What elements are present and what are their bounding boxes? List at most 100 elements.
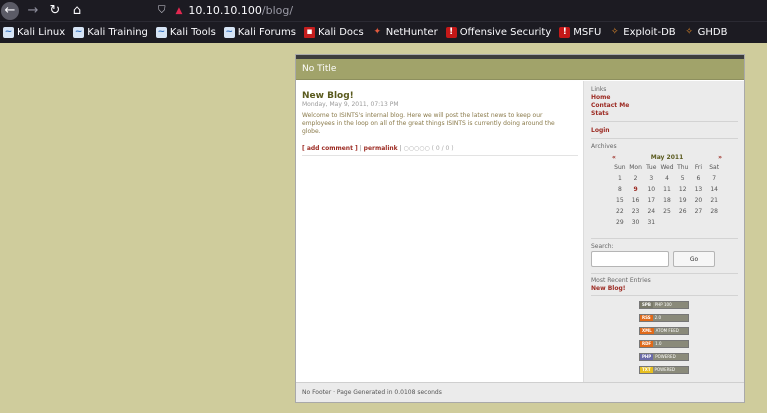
calendar-date: 20 bbox=[694, 197, 703, 204]
calendar-date: 23 bbox=[631, 208, 640, 215]
calendar-date: 1 bbox=[617, 175, 622, 182]
sidebar-divider bbox=[591, 273, 738, 274]
rating-stars[interactable]: ○○○○○ bbox=[404, 145, 430, 152]
bookmark-kali-docs[interactable]: ▪ Kali Docs bbox=[303, 27, 364, 38]
nethunter-icon: ✦ bbox=[373, 27, 382, 37]
badge-left-label: SPB bbox=[640, 302, 653, 308]
bookmark-kali-tools[interactable]: ~ Kali Tools bbox=[155, 27, 216, 38]
badge-right-label: 1.0 bbox=[653, 341, 688, 347]
add-comment-link[interactable]: [ add comment ] bbox=[302, 145, 358, 152]
badge-right-label: PHP 100 bbox=[652, 302, 688, 308]
bookmark-label: Kali Linux bbox=[17, 27, 66, 38]
sidebar-divider bbox=[591, 238, 738, 239]
arrow-right-icon: → bbox=[27, 3, 39, 18]
permalink-link[interactable]: permalink bbox=[364, 145, 398, 152]
footer-text: No Footer · Page Generated in 0.0108 sec… bbox=[302, 389, 442, 396]
bookmark-label: Kali Docs bbox=[317, 27, 364, 38]
badge-left-label: RDF bbox=[640, 341, 654, 347]
bookmark-msfu[interactable]: ! MSFU bbox=[559, 27, 601, 38]
calendar-day-of-week: Fri bbox=[694, 164, 702, 171]
calendar-day-of-week: Tue bbox=[646, 164, 657, 171]
post-actions: [ add comment ] | permalink | ○○○○○ ( 0 … bbox=[302, 145, 454, 152]
insecure-lock-icon[interactable]: ▲ bbox=[176, 6, 183, 16]
powered-by-badge[interactable]: RDF 1.0 bbox=[639, 340, 689, 348]
calendar-date: 8 bbox=[617, 186, 622, 193]
reload-button[interactable]: ↻ bbox=[45, 1, 65, 21]
powered-by-badge[interactable]: TXT POWERED bbox=[639, 366, 689, 374]
badge-left-label: RSS bbox=[640, 315, 653, 321]
blog-title: No Title bbox=[302, 64, 337, 74]
kali-dragon-icon: ~ bbox=[223, 27, 235, 38]
bookmark-nethunter[interactable]: ✦ NetHunter bbox=[372, 27, 437, 38]
bookmark-kali-forums[interactable]: ~ Kali Forums bbox=[223, 27, 296, 38]
calendar-date: 13 bbox=[694, 186, 703, 193]
calendar-date: 28 bbox=[710, 208, 718, 215]
link-login[interactable]: Login bbox=[591, 127, 610, 134]
link-home[interactable]: Home bbox=[591, 94, 610, 101]
bookmark-label: GHDB bbox=[697, 27, 728, 38]
blog-page: No Title New Blog! Monday, May 9, 2011, … bbox=[295, 54, 745, 403]
bookmark-label: Kali Training bbox=[87, 27, 148, 38]
calendar-next-link[interactable]: » bbox=[718, 154, 722, 163]
badge-right-label: ATOM FEED bbox=[653, 328, 688, 334]
links-heading: Links bbox=[591, 86, 607, 93]
arrow-left-icon: ← bbox=[4, 3, 16, 18]
calendar-day-of-week: Wed bbox=[660, 164, 674, 171]
bookmark-label: MSFU bbox=[573, 27, 602, 38]
calendar-date: 21 bbox=[710, 197, 718, 204]
bookmark-kali-training[interactable]: ~ Kali Training bbox=[73, 27, 148, 38]
badge-left-label: XML bbox=[640, 328, 654, 334]
url-bar[interactable]: ⛉ ▲ 10.10.10.100/blog/ bbox=[152, 0, 767, 21]
bookmark-ghdb[interactable]: ✧ GHDB bbox=[684, 27, 728, 38]
calendar-date: 19 bbox=[678, 197, 687, 204]
post-divider bbox=[302, 155, 578, 156]
calendar-date: 14 bbox=[710, 186, 718, 193]
bookmark-exploit-db[interactable]: ✧ Exploit-DB bbox=[609, 27, 676, 38]
calendar-date: 18 bbox=[663, 197, 671, 204]
badge-right-label: 2.0 bbox=[652, 315, 688, 321]
calendar-date: 16 bbox=[631, 197, 640, 204]
post-title[interactable]: New Blog! bbox=[302, 91, 354, 101]
search-go-button[interactable]: Go bbox=[673, 251, 715, 267]
bookmark-label: Exploit-DB bbox=[623, 27, 676, 38]
calendar-prev-link[interactable]: « bbox=[612, 154, 616, 163]
recent-entries-heading: Most Recent Entries bbox=[591, 277, 651, 284]
sidebar-divider bbox=[591, 295, 738, 296]
exploitdb-icon: ✧ bbox=[611, 27, 619, 37]
calendar-date-link[interactable]: 9 bbox=[628, 186, 644, 194]
recent-entry-link[interactable]: New Blog! bbox=[591, 285, 626, 292]
calendar-date: 17 bbox=[647, 197, 656, 204]
calendar-day-of-week: Sun bbox=[614, 164, 626, 171]
powered-by-badge[interactable]: PHP POWERED bbox=[639, 353, 689, 361]
back-button[interactable]: ← bbox=[1, 1, 19, 20]
url-path: /blog/ bbox=[261, 4, 294, 17]
browser-toolbar: ← → ↻ ⌂ ⛉ ▲ 10.10.10.100/blog/ bbox=[0, 0, 767, 21]
post-date: Monday, May 9, 2011, 07:13 PM bbox=[302, 101, 399, 108]
bookmark-kali-linux[interactable]: ~ Kali Linux bbox=[3, 27, 65, 38]
search-label: Search: bbox=[591, 243, 614, 250]
powered-by-badge[interactable]: SPB PHP 100 bbox=[639, 301, 689, 309]
badge-left-label: PHP bbox=[640, 354, 654, 360]
powered-by-badge[interactable]: RSS 2.0 bbox=[639, 314, 689, 322]
link-stats[interactable]: Stats bbox=[591, 110, 609, 117]
calendar-date: 10 bbox=[647, 186, 656, 193]
url-text[interactable]: 10.10.10.100/blog/ bbox=[188, 4, 293, 17]
forward-button[interactable]: → bbox=[23, 1, 43, 21]
badge-list: SPB PHP 100 RSS 2.0 XML ATOM FEED RDF 1.0 PHP POW… bbox=[639, 301, 691, 379]
calendar-day-of-week: Thu bbox=[677, 164, 689, 171]
calendar-header: « May 2011 » bbox=[612, 154, 722, 163]
powered-by-badge[interactable]: XML ATOM FEED bbox=[639, 327, 689, 335]
calendar-date: 2 bbox=[633, 175, 638, 182]
calendar-date: 26 bbox=[678, 208, 687, 215]
kali-dragon-icon: ~ bbox=[73, 27, 85, 38]
sidebar: Links Home Contact Me Stats Login Archiv… bbox=[583, 81, 744, 382]
shield-icon[interactable]: ⛉ bbox=[158, 5, 166, 16]
bookmark-offensive-security[interactable]: ! Offensive Security bbox=[445, 27, 551, 38]
archives-heading: Archives bbox=[591, 143, 617, 150]
kali-docs-icon: ▪ bbox=[303, 27, 315, 38]
home-button[interactable]: ⌂ bbox=[67, 1, 87, 21]
search-input[interactable] bbox=[591, 251, 669, 267]
calendar-date: 11 bbox=[663, 186, 671, 193]
separator: | bbox=[359, 145, 362, 152]
link-contact-me[interactable]: Contact Me bbox=[591, 102, 629, 109]
